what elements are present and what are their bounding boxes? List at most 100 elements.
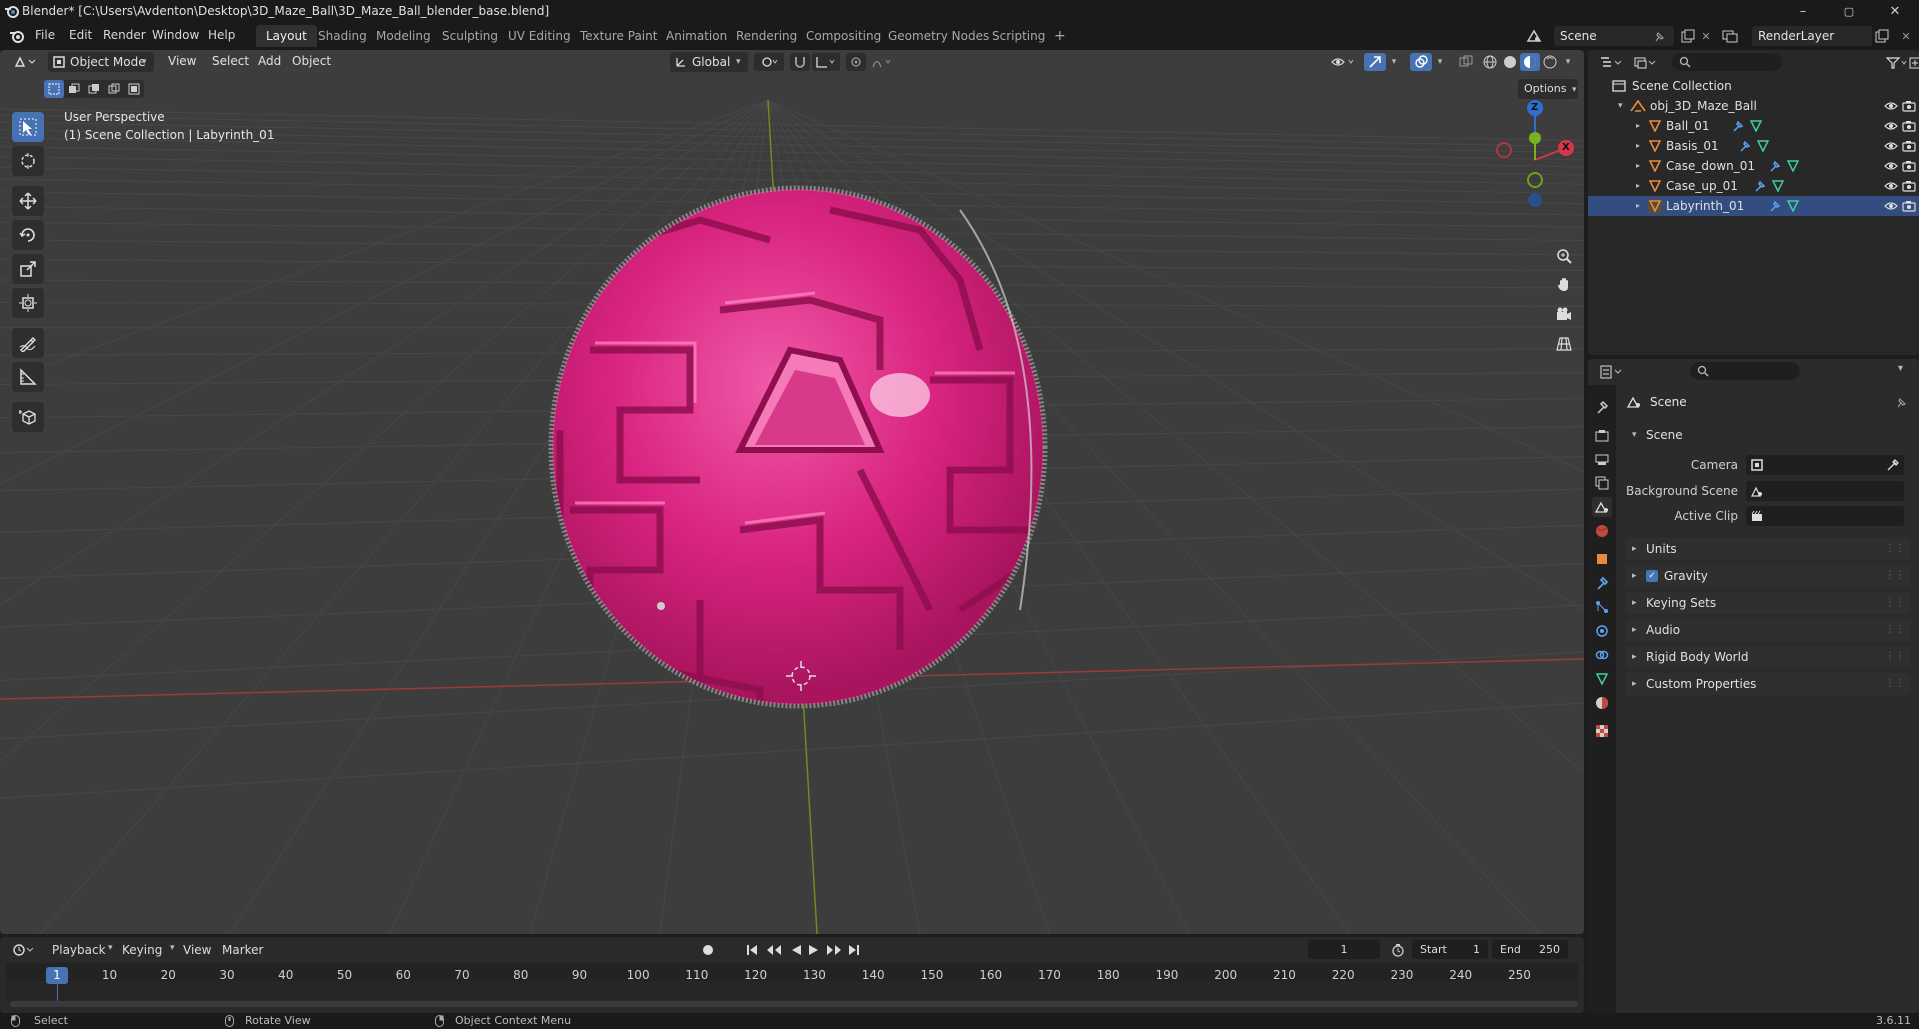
overlays-options-chevron-icon[interactable]: ▾	[1432, 53, 1448, 71]
visibility-eye-icon[interactable]	[1884, 99, 1898, 113]
snap-target-icon[interactable]	[812, 53, 840, 71]
viewport-menu-add[interactable]: Add	[258, 54, 281, 68]
tool-transform[interactable]	[12, 288, 44, 318]
render-tab-icon[interactable]	[1592, 425, 1612, 445]
play-icon[interactable]	[806, 941, 822, 959]
outliner-editor-type-icon[interactable]	[1598, 54, 1626, 72]
tab-animation[interactable]: Animation	[656, 25, 737, 47]
mesh-data-icon[interactable]	[1749, 119, 1763, 133]
blender-menu-icon[interactable]	[8, 28, 26, 44]
drag-handle-icon[interactable]: ⋮⋮	[1885, 619, 1905, 641]
timeline-menu-view[interactable]: View	[183, 943, 211, 957]
select-mode-new-icon[interactable]	[44, 80, 64, 98]
xray-toggle-icon[interactable]	[1456, 53, 1476, 71]
view-layer-tab-icon[interactable]	[1592, 473, 1612, 493]
outliner-scene-collection[interactable]: Scene Collection	[1588, 76, 1919, 96]
solid-shading-icon[interactable]	[1500, 53, 1520, 71]
physics-tab-icon[interactable]	[1592, 621, 1612, 641]
visibility-eye-icon[interactable]	[1884, 159, 1898, 173]
record-keyframe-icon[interactable]	[700, 941, 716, 959]
texture-tab-icon[interactable]	[1592, 721, 1612, 741]
material-preview-shading-icon[interactable]	[1520, 53, 1540, 71]
tab-modeling[interactable]: Modeling	[366, 25, 441, 47]
drag-handle-icon[interactable]: ⋮⋮	[1885, 673, 1905, 695]
expand-arrow-icon[interactable]: ▸	[1636, 196, 1640, 216]
mesh-data-icon[interactable]	[1756, 139, 1770, 153]
timeline-menu-playback[interactable]: Playback	[52, 943, 106, 957]
timeline-scrollbar[interactable]	[10, 1001, 1578, 1007]
select-mode-difference-icon[interactable]	[104, 80, 124, 98]
preview-range-icon[interactable]	[1390, 941, 1406, 959]
gravity-checkbox[interactable]: ✓	[1646, 570, 1658, 582]
shading-options-chevron-icon[interactable]: ▾	[1560, 53, 1576, 71]
modifier-wrench-icon[interactable]	[1768, 159, 1782, 173]
data-tab-icon[interactable]	[1592, 669, 1612, 689]
panel-custom-properties[interactable]: ▸ Custom Properties ⋮⋮	[1626, 673, 1911, 695]
wireframe-shading-icon[interactable]	[1480, 53, 1500, 71]
current-frame-field[interactable]: 1	[1308, 940, 1380, 959]
view-layer-selector[interactable]: RenderLayer	[1752, 26, 1872, 46]
outliner-object-row[interactable]: ▸ Case_down_01	[1588, 156, 1919, 176]
tool-cursor[interactable]	[12, 146, 44, 176]
menu-render[interactable]: Render	[103, 28, 146, 42]
gizmo-toggle-icon[interactable]	[1364, 53, 1386, 71]
mode-dropdown[interactable]: Object Mode ▾	[48, 52, 154, 72]
maximize-button[interactable]: ▢	[1826, 0, 1872, 22]
outliner-object-row[interactable]: ▸ Ball_01	[1588, 116, 1919, 136]
jump-to-end-icon[interactable]	[846, 941, 862, 959]
output-tab-icon[interactable]	[1592, 449, 1612, 469]
camera-view-icon[interactable]	[1550, 300, 1578, 328]
modifier-wrench-icon[interactable]	[1738, 139, 1752, 153]
visibility-eye-icon[interactable]	[1884, 139, 1898, 153]
render-camera-icon[interactable]	[1902, 119, 1916, 133]
start-frame-field[interactable]: Start 1	[1412, 940, 1488, 959]
tool-measure[interactable]	[12, 362, 44, 392]
panel-keying-sets[interactable]: ▸ Keying Sets ⋮⋮	[1626, 592, 1911, 614]
select-mode-subtract-icon[interactable]	[84, 80, 104, 98]
expand-arrow-icon[interactable]: ▸	[1636, 136, 1640, 156]
jump-to-start-icon[interactable]	[744, 941, 760, 959]
pivot-point-icon[interactable]	[754, 53, 784, 71]
select-mode-extend-icon[interactable]	[64, 80, 84, 98]
material-tab-icon[interactable]	[1592, 693, 1612, 713]
select-mode-intersect-icon[interactable]	[124, 80, 144, 98]
timeline-editor-type-icon[interactable]	[10, 941, 38, 959]
visibility-selectability-icon[interactable]	[1328, 53, 1358, 71]
render-camera-icon[interactable]	[1902, 179, 1916, 193]
drag-handle-icon[interactable]: ⋮⋮	[1885, 565, 1905, 587]
timeline-menu-keying[interactable]: Keying	[122, 943, 162, 957]
zoom-view-icon[interactable]	[1550, 242, 1578, 270]
viewport-menu-select[interactable]: Select	[212, 54, 249, 68]
viewport-menu-object[interactable]: Object	[292, 54, 331, 68]
current-frame-marker[interactable]: 1	[46, 967, 68, 984]
chevron-down-icon[interactable]: ▾	[1898, 363, 1903, 374]
tool-annotate[interactable]	[12, 328, 44, 358]
particles-tab-icon[interactable]	[1592, 597, 1612, 617]
tab-uv-editing[interactable]: UV Editing	[498, 25, 581, 47]
pin-icon[interactable]	[1652, 30, 1666, 44]
remove-scene-icon[interactable]: ✕	[1698, 28, 1714, 44]
play-reverse-icon[interactable]	[788, 941, 804, 959]
constraints-tab-icon[interactable]	[1592, 645, 1612, 665]
new-view-layer-icon[interactable]	[1874, 28, 1890, 44]
expand-arrow-icon[interactable]: ▾	[1618, 96, 1623, 116]
scene-tab-icon[interactable]	[1592, 497, 1612, 517]
editor-type-icon[interactable]	[12, 53, 40, 71]
minimize-button[interactable]: –	[1780, 0, 1826, 22]
panel-rigid-body-world[interactable]: ▸ Rigid Body World ⋮⋮	[1626, 646, 1911, 668]
jump-to-keyframe-forward-icon[interactable]	[824, 941, 844, 959]
eyedropper-icon[interactable]	[1886, 458, 1900, 472]
snap-icon[interactable]	[790, 53, 810, 71]
pan-view-icon[interactable]	[1550, 270, 1578, 298]
expand-arrow-icon[interactable]: ▸	[1636, 156, 1640, 176]
remove-view-layer-icon[interactable]: ✕	[1898, 28, 1914, 44]
render-camera-icon[interactable]	[1902, 139, 1916, 153]
modifier-wrench-icon[interactable]	[1731, 119, 1745, 133]
tool-rotate[interactable]	[12, 220, 44, 250]
tab-sculpting[interactable]: Sculpting	[432, 25, 508, 47]
rendered-shading-icon[interactable]	[1540, 53, 1560, 71]
scene-panel-header[interactable]: ▾ Scene	[1626, 424, 1911, 446]
render-camera-icon[interactable]	[1902, 99, 1916, 113]
drag-handle-icon[interactable]: ⋮⋮	[1885, 646, 1905, 668]
expand-arrow-icon[interactable]: ▸	[1636, 176, 1640, 196]
